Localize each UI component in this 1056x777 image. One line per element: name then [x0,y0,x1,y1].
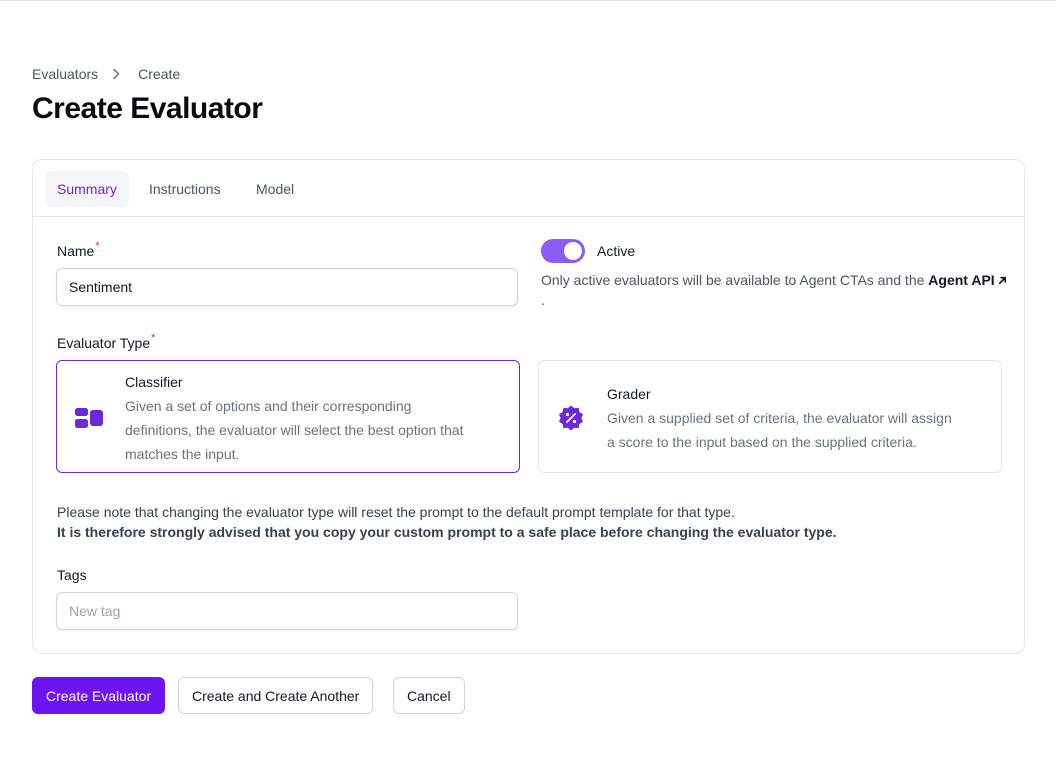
blocks-icon [75,408,103,428]
agent-api-link-text: Agent API [928,272,995,288]
evaluator-type-label: Evaluator Type* [57,332,156,351]
name-label: Name* [57,240,100,259]
tab-summary[interactable]: Summary [45,171,129,207]
classifier-title: Classifier [125,374,183,390]
required-mark: * [95,240,100,252]
page-title: Create Evaluator [32,92,263,125]
grader-type-card[interactable]: Grader Given a supplied set of criteria,… [538,360,1002,473]
breadcrumb: Evaluators Create [32,66,180,82]
tags-input[interactable] [56,592,518,630]
external-link-arrow-icon [998,276,1006,285]
classifier-desc-line: matches the input. [125,446,240,462]
toggle-knob [564,242,582,260]
type-change-note: Please note that changing the evaluator … [57,504,735,520]
classifier-type-card[interactable]: Classifier Given a set of options and th… [56,360,520,473]
create-and-create-another-button[interactable]: Create and Create Another [178,677,374,714]
grader-desc-line: Given a supplied set of criteria, the ev… [607,410,952,426]
name-input[interactable] [56,268,518,306]
tab-instructions[interactable]: Instructions [137,171,233,207]
active-description: Only active evaluators will be available… [541,270,1011,310]
create-evaluator-button[interactable]: Create Evaluator [32,677,166,714]
active-toggle[interactable] [541,239,585,263]
active-desc-suffix: . [541,292,545,308]
percent-badge-icon [559,405,583,431]
active-label: Active [597,243,636,259]
breadcrumb-evaluators-link[interactable]: Evaluators [32,66,98,82]
agent-api-link[interactable]: Agent API [928,272,1007,288]
classifier-desc-line: Given a set of options and their corresp… [125,398,412,414]
grader-description: Given a supplied set of criteria, the ev… [607,406,952,454]
required-mark: * [151,332,156,344]
grader-title: Grader [607,386,651,402]
top-divider [0,0,1056,1]
classifier-description: Given a set of options and their corresp… [125,394,464,466]
tab-model[interactable]: Model [244,171,306,207]
evaluator-type-label-text: Evaluator Type [57,335,151,351]
classifier-desc-line: definitions, the evaluator will select t… [125,422,464,438]
chevron-right-icon [113,68,120,80]
name-label-text: Name [57,243,95,259]
active-desc-prefix: Only active evaluators will be available… [541,272,929,288]
evaluator-form-card: Summary Instructions Model Name* Active … [32,159,1025,654]
tab-bar: Summary Instructions Model [33,160,1024,217]
breadcrumb-current: Create [138,66,181,82]
grader-desc-line: a score to the input based on the suppli… [607,434,917,450]
cancel-button[interactable]: Cancel [393,677,465,714]
type-change-warning: It is therefore strongly advised that yo… [57,524,837,540]
tags-label: Tags [57,567,87,583]
